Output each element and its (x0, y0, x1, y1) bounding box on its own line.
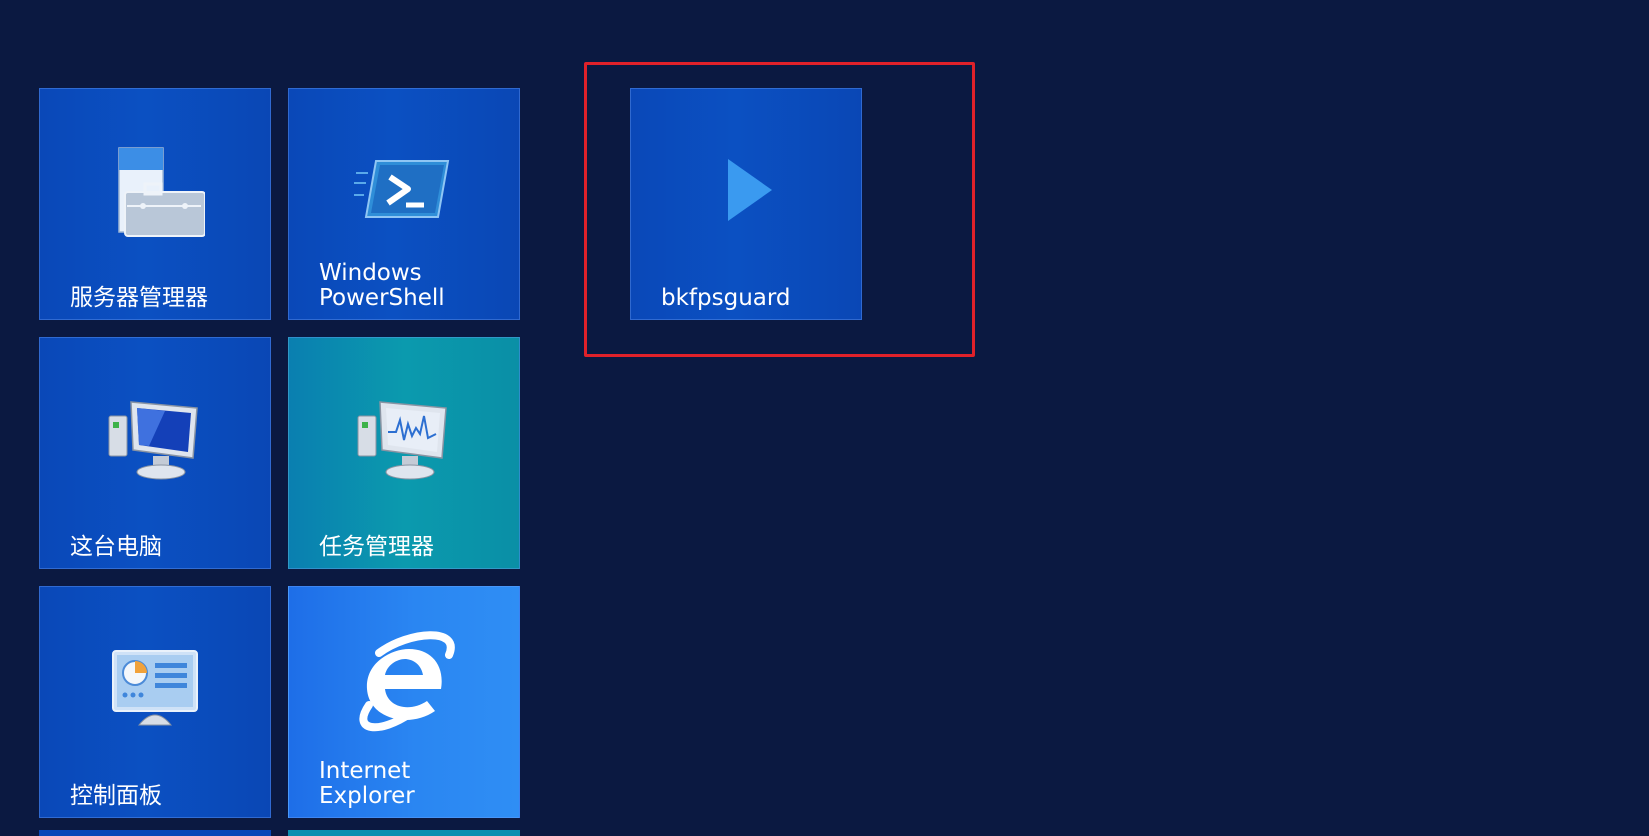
server-manager-icon (100, 135, 210, 245)
tile-label: Internet Explorer (319, 758, 415, 809)
task-manager-icon (349, 384, 459, 494)
tile-bkfpsguard[interactable]: bkfpsguard (630, 88, 862, 320)
tile-label: Windows PowerShell (319, 260, 445, 311)
tile-label: 服务器管理器 (70, 285, 208, 311)
powershell-icon (349, 135, 459, 245)
partial-tile (288, 830, 520, 836)
control-panel-icon (100, 633, 210, 743)
tile-this-pc[interactable]: 这台电脑 (39, 337, 271, 569)
tile-label: 这台电脑 (70, 534, 162, 560)
this-pc-icon (100, 384, 210, 494)
internet-explorer-icon (349, 627, 459, 737)
tile-label: 控制面板 (70, 783, 162, 809)
tile-task-manager[interactable]: 任务管理器 (288, 337, 520, 569)
tile-label: 任务管理器 (319, 534, 434, 560)
partial-tile (39, 830, 271, 836)
play-icon (691, 135, 801, 245)
tile-internet-explorer[interactable]: Internet Explorer (288, 586, 520, 818)
tile-label: bkfpsguard (661, 285, 791, 311)
tile-control-panel[interactable]: 控制面板 (39, 586, 271, 818)
tile-server-manager[interactable]: 服务器管理器 (39, 88, 271, 320)
tile-powershell[interactable]: Windows PowerShell (288, 88, 520, 320)
